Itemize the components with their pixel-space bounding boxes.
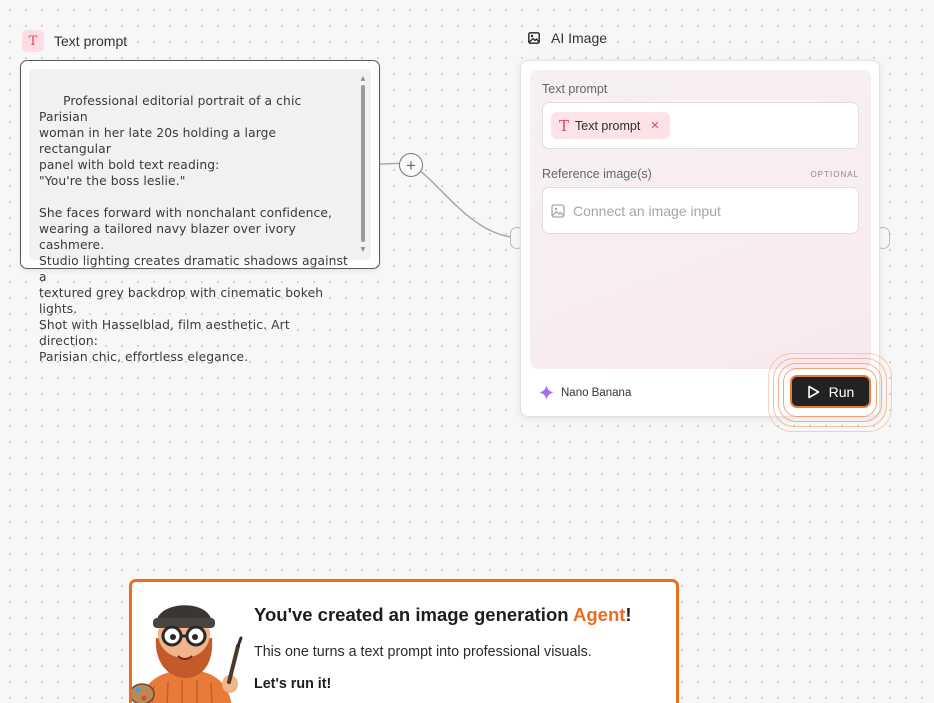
play-icon — [807, 385, 819, 398]
run-button[interactable]: Run — [790, 375, 871, 408]
model-name: Nano Banana — [561, 386, 632, 399]
text-prompt-input[interactable]: T Text prompt ✕ — [542, 102, 859, 149]
text-prompt-field-label: Text prompt — [542, 82, 859, 96]
run-label: Run — [828, 383, 855, 400]
plus-icon: + — [406, 155, 416, 175]
model-selector[interactable]: Nano Banana — [539, 385, 631, 400]
scroll-thumb[interactable] — [361, 85, 365, 242]
scrollbar[interactable]: ▲ ▼ — [359, 75, 367, 254]
image-icon — [551, 203, 565, 218]
close-icon[interactable]: ✕ — [650, 119, 659, 132]
reference-image-input[interactable]: Connect an image input — [542, 187, 859, 234]
add-node-button[interactable]: + — [399, 153, 423, 177]
text-prompt-node[interactable]: Professional editorial portrait of a chi… — [20, 60, 380, 364]
workflow-canvas[interactable]: T Text prompt Professional editorial por… — [0, 0, 934, 703]
ai-node-header[interactable]: AI Image — [527, 30, 607, 46]
mascot-illustration — [132, 605, 243, 703]
sparkle-icon — [539, 385, 554, 400]
text-icon: T — [559, 116, 570, 135]
tutorial-card: You've created an image generation Agent… — [129, 579, 679, 703]
reference-label: Reference image(s) — [542, 167, 652, 181]
prompt-text: Professional editorial portrait of a chi… — [39, 94, 348, 364]
run-button-highlight: Run — [768, 353, 892, 432]
text-prompt-label: Text prompt — [542, 82, 608, 96]
ai-node-title: AI Image — [551, 30, 608, 46]
prompt-textarea[interactable]: Professional editorial portrait of a chi… — [29, 69, 371, 364]
reference-placeholder-text: Connect an image input — [573, 202, 721, 219]
text-node-header[interactable]: T Text prompt — [22, 30, 127, 52]
chip-label: Text prompt — [575, 118, 641, 133]
tutorial-body: This one turns a text prompt into profes… — [254, 644, 592, 660]
ai-node-inputs: Text prompt T Text prompt ✕ Reference im… — [530, 70, 871, 369]
reference-field-label: Reference image(s) OPTIONAL — [542, 167, 859, 181]
text-icon: T — [22, 30, 44, 52]
text-prompt-chip[interactable]: T Text prompt ✕ — [551, 112, 670, 139]
image-icon — [527, 31, 541, 45]
scroll-down-icon[interactable]: ▼ — [359, 246, 367, 254]
reference-placeholder: Connect an image input — [551, 203, 721, 219]
text-node-title: Text prompt — [54, 33, 128, 49]
tutorial-cta: Let's run it! — [254, 676, 332, 692]
optional-badge: OPTIONAL — [810, 169, 859, 179]
scroll-up-icon[interactable]: ▲ — [359, 75, 367, 83]
tutorial-title: You've created an image generation Agent… — [254, 604, 632, 625]
